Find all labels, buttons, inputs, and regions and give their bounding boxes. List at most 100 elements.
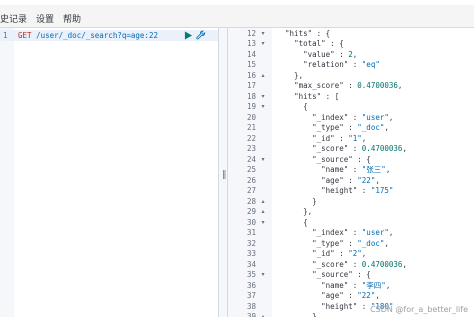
line-number: 25 bbox=[246, 165, 256, 174]
code-text: { bbox=[276, 217, 308, 227]
line-number: 13 bbox=[246, 39, 256, 48]
code-text: }, bbox=[276, 70, 304, 80]
fold-open-icon[interactable]: ▾ bbox=[258, 29, 268, 40]
request-line[interactable]: GET /user/_doc/_search?q=age:22 bbox=[18, 30, 158, 41]
code-text: "relation" : "eq" bbox=[303, 60, 380, 69]
code-text: "height" : "175" bbox=[321, 186, 394, 195]
menu-bar: 史记录 设置 帮助 bbox=[0, 0, 474, 28]
code-text: "_score" : 0.4700036, bbox=[312, 259, 407, 269]
response-line: 21 "_type" : "_doc", bbox=[228, 123, 474, 134]
wrench-icon[interactable] bbox=[196, 30, 206, 40]
response-line: 14 "value" : 2, bbox=[228, 50, 474, 61]
fold-close-icon[interactable]: ▴ bbox=[258, 197, 268, 208]
menu-help[interactable]: 帮助 bbox=[63, 15, 81, 25]
response-line: 31 "_index" : "user", bbox=[228, 228, 474, 239]
response-line: 28 ▴ } bbox=[228, 197, 474, 208]
response-line: 12 ▾ "hits" : { bbox=[228, 29, 474, 40]
code-text: "_id" : "1", bbox=[312, 133, 367, 143]
line-number: 24 bbox=[246, 154, 256, 164]
code-text: "age" : "22", bbox=[321, 175, 380, 185]
fold-close-icon[interactable]: ▴ bbox=[258, 71, 268, 82]
line-number: 35 bbox=[246, 270, 256, 279]
line-number: 28 bbox=[246, 196, 256, 206]
response-line: 34 "_score" : 0.4700036, bbox=[228, 260, 474, 271]
response-line: 37 "age" : "22", bbox=[228, 291, 474, 302]
response-line: 17 "max_score" : 0.4700036, bbox=[228, 81, 474, 92]
line-number: 30 bbox=[246, 217, 256, 227]
line-number: 38 bbox=[246, 301, 256, 311]
fold-open-icon[interactable]: ▾ bbox=[258, 218, 268, 229]
code-text: "age" : "22", bbox=[321, 291, 380, 300]
top-strip bbox=[0, 0, 474, 5]
fold-open-icon[interactable]: ▾ bbox=[258, 92, 268, 103]
pane-divider[interactable]: ‖ bbox=[218, 28, 228, 317]
line-number: 15 bbox=[246, 60, 256, 69]
code-text: }, bbox=[276, 207, 313, 216]
response-line: 32 "_type" : "_doc", bbox=[228, 239, 474, 250]
request-editor[interactable]: 1 GET /user/_doc/_search?q=age:22 bbox=[0, 28, 218, 317]
response-line: 27 "height" : "175" bbox=[228, 186, 474, 197]
line-number: 17 bbox=[246, 81, 256, 90]
line-number: 14 bbox=[246, 49, 256, 59]
code-text: "name" : "张三", bbox=[321, 165, 391, 174]
line-number: 27 bbox=[246, 186, 256, 195]
response-line: 35 ▾ "_source" : { bbox=[228, 270, 474, 281]
line-number: 29 bbox=[246, 207, 256, 216]
line-number: 37 bbox=[246, 291, 256, 300]
code-text: "total" : { bbox=[294, 39, 344, 48]
line-number: 19 bbox=[246, 102, 256, 111]
code-text: "_source" : { bbox=[312, 270, 371, 279]
line-number: 20 bbox=[246, 112, 256, 122]
fold-open-icon[interactable]: ▾ bbox=[258, 270, 268, 281]
response-line: 36 "name" : "李四", bbox=[228, 281, 474, 292]
code-text: "max_score" : 0.4700036, bbox=[294, 81, 403, 90]
request-path: /user/_doc/_search?q=age:22 bbox=[36, 31, 158, 40]
response-line: 13 ▾ "total" : { bbox=[228, 39, 474, 50]
response-line: 30 ▾ { bbox=[228, 218, 474, 229]
code-text: "_type" : "_doc", bbox=[312, 238, 389, 248]
response-line: 24 ▾ "_source" : { bbox=[228, 155, 474, 166]
fold-open-icon[interactable]: ▾ bbox=[258, 39, 268, 50]
line-number: 18 bbox=[246, 91, 256, 101]
code-text: { bbox=[276, 102, 308, 111]
response-line: 15 "relation" : "eq" bbox=[228, 60, 474, 71]
fold-open-icon[interactable]: ▾ bbox=[258, 102, 268, 113]
response-line: 29 ▴ }, bbox=[228, 207, 474, 218]
code-text: "_index" : "user", bbox=[312, 112, 394, 122]
line-number: 22 bbox=[246, 133, 256, 143]
code-text: "_source" : { bbox=[312, 154, 371, 164]
request-line-number: 1 bbox=[3, 31, 8, 40]
code-text: "_index" : "user", bbox=[312, 228, 394, 237]
response-line: 33 "_id" : "2", bbox=[228, 249, 474, 260]
request-gutter bbox=[0, 28, 14, 317]
line-number: 31 bbox=[246, 228, 256, 237]
code-text: "_type" : "_doc", bbox=[312, 123, 389, 132]
fold-close-icon[interactable]: ▴ bbox=[258, 312, 268, 317]
code-text: } bbox=[276, 312, 317, 317]
response-line: 25 "name" : "张三", bbox=[228, 165, 474, 176]
code-text: "name" : "李四", bbox=[321, 280, 391, 290]
code-text: } bbox=[276, 196, 317, 206]
line-number: 33 bbox=[246, 249, 256, 258]
response-line: 16 ▴ }, bbox=[228, 71, 474, 82]
grip-icon[interactable]: ‖ bbox=[222, 171, 227, 180]
response-line: 23 "_score" : 0.4700036, bbox=[228, 144, 474, 155]
code-text: "_id" : "2", bbox=[312, 249, 367, 258]
response-line: 20 "_index" : "user", bbox=[228, 113, 474, 124]
play-icon[interactable] bbox=[184, 31, 193, 40]
response-line: 26 "age" : "22", bbox=[228, 176, 474, 187]
menu-settings[interactable]: 设置 bbox=[36, 15, 54, 25]
code-text: "value" : 2, bbox=[303, 49, 358, 59]
response-viewer: 12 ▾ "hits" : {13 ▾ "total" : {14 "value" … bbox=[228, 28, 474, 317]
menu-history[interactable]: 史记录 bbox=[0, 15, 27, 25]
response-line: 22 "_id" : "1", bbox=[228, 134, 474, 145]
line-number: 21 bbox=[246, 123, 256, 132]
code-text: "hits" : [ bbox=[294, 91, 340, 101]
line-number: 36 bbox=[246, 280, 256, 290]
code-text: "hits" : { bbox=[285, 28, 331, 38]
fold-open-icon[interactable]: ▾ bbox=[258, 155, 268, 166]
watermark: CSDN @for_a_better_life bbox=[370, 305, 468, 314]
fold-close-icon[interactable]: ▴ bbox=[258, 207, 268, 218]
code-text: "_score" : 0.4700036, bbox=[312, 144, 407, 153]
line-number: 39 bbox=[246, 312, 256, 317]
